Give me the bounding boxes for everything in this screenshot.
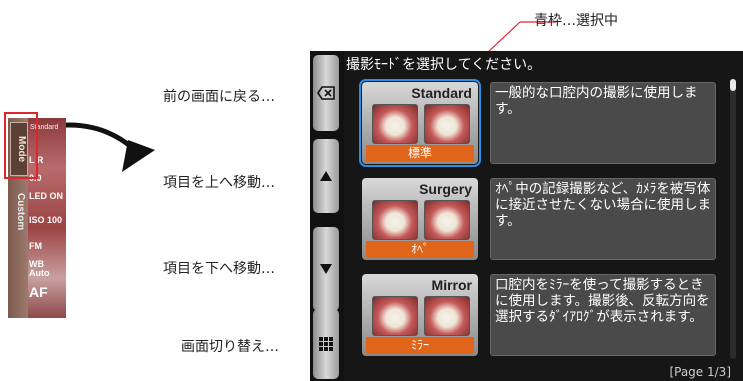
mode-label: ｵﾍﾟ [366, 241, 474, 258]
mode-description-surgery: ｵﾍﾟ中の記録撮影など、ｶﾒﾗを被写体に接近させたくない場合に使用します。 [490, 178, 716, 260]
teeth-image [424, 296, 470, 336]
mode-tab-highlight-box [4, 112, 38, 179]
preview-item-iso: ISO 100 [29, 215, 63, 225]
triangle-down-icon [320, 264, 332, 274]
preview-item-led: LED ON [29, 191, 64, 201]
teeth-image [424, 200, 470, 240]
mode-card-standard[interactable]: Standard 標準 [359, 79, 481, 167]
mode-description-standard: 一般的な口腔内の撮影に使用します。 [490, 82, 716, 164]
up-button[interactable] [313, 139, 339, 213]
teeth-image [372, 296, 418, 336]
preview-item-wb: WB Auto [29, 259, 50, 278]
back-button[interactable] [313, 55, 339, 131]
callout-down: 項目を下へ移動… [163, 261, 275, 277]
teeth-image [424, 104, 470, 144]
triangle-up-icon [320, 171, 332, 181]
mode-label: ﾐﾗｰ [366, 337, 474, 354]
grid-icon [319, 337, 333, 351]
callout-switch: 画面切り替え… [181, 339, 279, 355]
down-button[interactable] [313, 227, 339, 311]
mode-select-screen: 撮影ﾓｰﾄﾞを選択してください。 Standard 標準 一般的な口腔内の撮影に… [310, 51, 743, 381]
mode-name: Surgery [419, 181, 472, 197]
scroll-thumb[interactable] [730, 79, 736, 91]
preview-custom-tab: Custom [15, 193, 26, 231]
mode-card-mirror[interactable]: Mirror ﾐﾗｰ [362, 274, 478, 356]
mode-name: Mirror [431, 277, 472, 293]
callout-selected: 青枠…選択中 [534, 13, 618, 29]
callout-up: 項目を上へ移動… [163, 175, 275, 191]
close-box-icon [317, 86, 335, 100]
page-indicator: [Page 1/3] [669, 365, 731, 379]
preview-item-af: AF [29, 284, 48, 300]
scrollbar[interactable] [730, 79, 736, 359]
callout-back: 前の画面に戻る… [163, 89, 275, 105]
mode-description-mirror: 口腔内をﾐﾗｰを使って撮影するときに使用します。撮影後、反転方向を選択するﾀﾞｲ… [490, 274, 716, 356]
mode-label: 標準 [366, 145, 474, 162]
teeth-image [372, 200, 418, 240]
side-button-bar [310, 51, 344, 381]
instruction-text: 撮影ﾓｰﾄﾞを選択してください。 [346, 57, 542, 73]
mode-card-surgery[interactable]: Surgery ｵﾍﾟ [362, 178, 478, 260]
mode-name: Standard [411, 85, 472, 101]
teeth-image [372, 104, 418, 144]
switch-screen-button[interactable] [313, 309, 339, 379]
preview-item-flash: FM [29, 241, 42, 251]
